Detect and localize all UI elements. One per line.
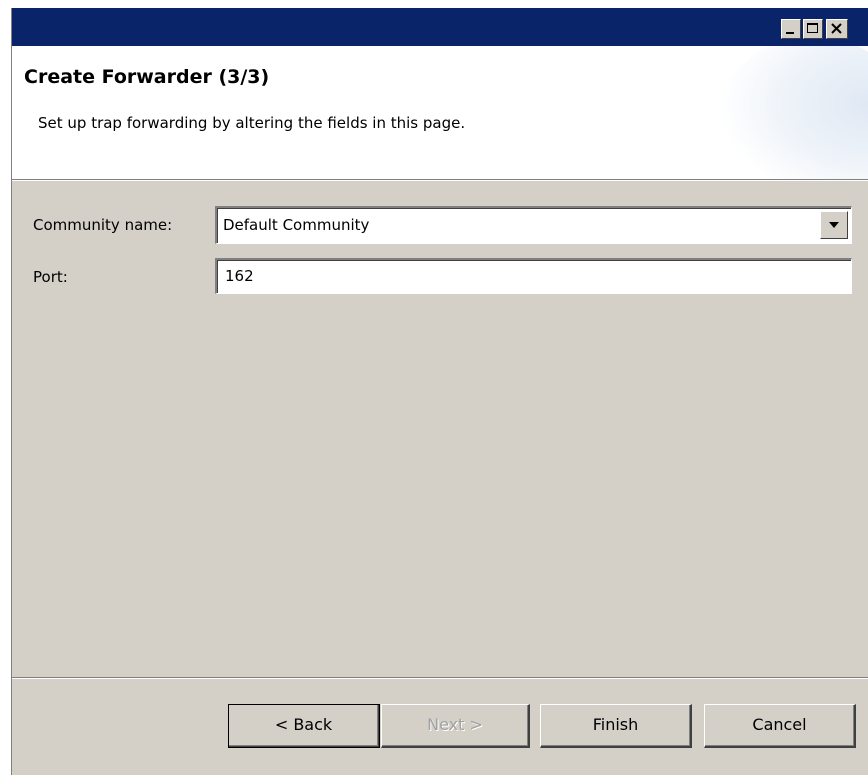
- page-title: Create Forwarder (3/3): [24, 66, 270, 88]
- header-divider: [12, 179, 868, 181]
- community-name-value: Default Community: [223, 216, 370, 234]
- header-decoration: [718, 46, 868, 179]
- wizard-header: Create Forwarder (3/3) Set up trap forwa…: [12, 46, 868, 179]
- minimize-button[interactable]: [781, 19, 801, 39]
- close-icon: [831, 23, 842, 34]
- create-forwarder-dialog: Create Forwarder (3/3) Set up trap forwa…: [0, 0, 868, 775]
- minimize-icon: [786, 32, 794, 34]
- title-bar[interactable]: [12, 8, 868, 46]
- maximize-button[interactable]: [803, 19, 823, 39]
- footer-divider: [12, 677, 868, 679]
- port-field[interactable]: 162: [215, 258, 852, 294]
- maximize-icon: [807, 23, 818, 33]
- screen-background-top: [0, 0, 868, 8]
- cancel-button[interactable]: Cancel: [704, 704, 856, 748]
- port-value: 162: [225, 267, 254, 285]
- next-button[interactable]: Next >: [381, 704, 530, 748]
- community-name-label: Community name:: [33, 216, 173, 234]
- community-name-dropdown[interactable]: Default Community: [215, 206, 852, 244]
- page-description: Set up trap forwarding by altering the f…: [38, 114, 466, 132]
- back-button[interactable]: < Back: [228, 704, 380, 748]
- close-button[interactable]: [826, 19, 848, 39]
- dropdown-arrow-button[interactable]: [820, 211, 848, 239]
- port-label: Port:: [33, 268, 68, 286]
- finish-button[interactable]: Finish: [540, 704, 692, 748]
- chevron-down-icon: [829, 222, 839, 228]
